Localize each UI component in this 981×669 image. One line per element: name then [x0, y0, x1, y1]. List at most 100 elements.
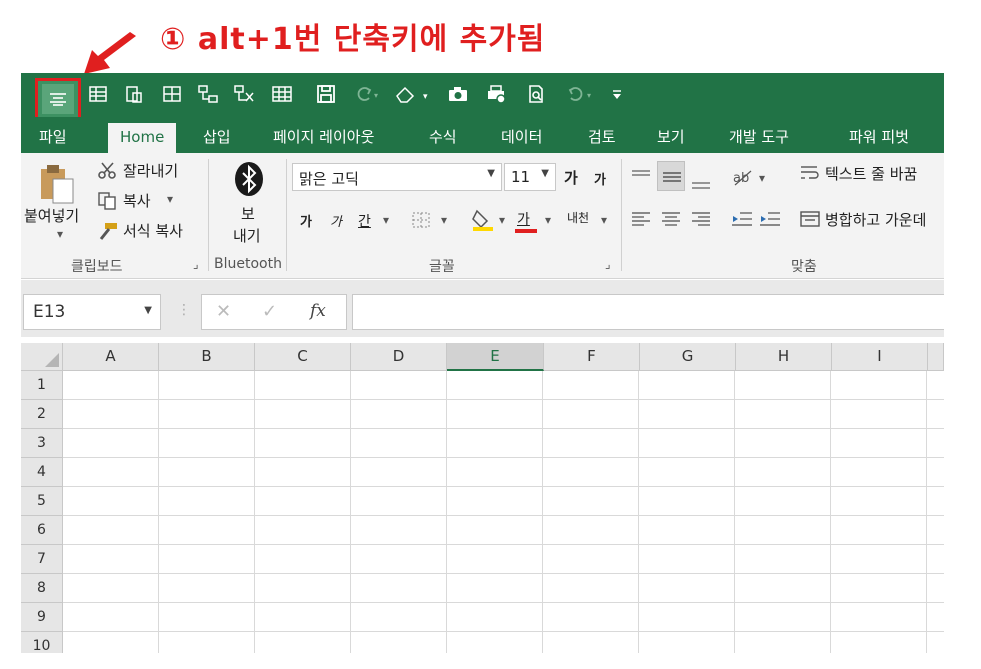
paste-icon: [41, 165, 74, 204]
drag-handle-icon[interactable]: ⋮: [177, 302, 191, 318]
column-header-f[interactable]: F: [544, 343, 640, 371]
cut-button[interactable]: 잘라내기: [97, 159, 207, 181]
tab-developer[interactable]: 개발 도구: [729, 126, 789, 147]
wrap-text-button[interactable]: 텍스트 줄 바꿈: [799, 161, 944, 185]
tab-page-layout[interactable]: 페이지 레이아웃: [273, 126, 374, 147]
print-preview-icon: [488, 85, 506, 104]
row-header-4[interactable]: 4: [21, 458, 63, 487]
font-launcher-icon[interactable]: ⌟: [605, 257, 611, 271]
select-all-button[interactable]: [21, 343, 63, 371]
font-color-dropdown-icon[interactable]: ▾: [545, 213, 551, 227]
tab-view[interactable]: 보기: [657, 126, 685, 147]
phonetic-dropdown-icon[interactable]: ▾: [601, 213, 607, 227]
orientation-dropdown-icon[interactable]: ▾: [759, 171, 765, 185]
customize-icon: [613, 90, 621, 99]
copy-dropdown-icon[interactable]: ▾: [167, 192, 173, 206]
column-header-d[interactable]: D: [351, 343, 447, 371]
tab-file[interactable]: 파일: [39, 126, 67, 147]
fill-color-icon[interactable]: [471, 207, 495, 233]
worksheet-grid: A B C D E F G H I 1 2 3 4 5 6 7 8 9 10: [21, 337, 944, 653]
bold-button[interactable]: 가: [300, 211, 312, 230]
row-header-1[interactable]: 1: [21, 371, 63, 400]
qat-shapes-button[interactable]: [193, 79, 223, 109]
cell-borders-icon[interactable]: [411, 211, 431, 229]
merge-center-button[interactable]: 병합하고 가운데: [799, 207, 944, 231]
qat-eraser-button[interactable]: ▾: [391, 79, 435, 109]
tab-data[interactable]: 데이터: [501, 126, 542, 147]
font-size-select[interactable]: 11 ▼: [504, 163, 556, 191]
italic-button[interactable]: 가: [330, 211, 342, 230]
tab-insert[interactable]: 삽입: [203, 126, 231, 147]
row-header-2[interactable]: 2: [21, 400, 63, 429]
annotation-text: ① alt+1번 단축키에 추가됨: [160, 22, 546, 57]
row-header-8[interactable]: 8: [21, 574, 63, 603]
column-header-h[interactable]: H: [736, 343, 832, 371]
align-top-icon[interactable]: [631, 169, 651, 183]
column-header-b[interactable]: B: [159, 343, 255, 371]
grow-font-button[interactable]: 가: [564, 167, 578, 188]
paste-dropdown-icon[interactable]: ▾: [57, 227, 63, 241]
align-left-icon[interactable]: [631, 211, 651, 227]
row-header-6[interactable]: 6: [21, 516, 63, 545]
tab-formulas[interactable]: 수식: [429, 126, 457, 147]
increase-indent-icon[interactable]: [759, 211, 781, 227]
clipboard-launcher-icon[interactable]: ⌟: [193, 257, 199, 271]
qat-freeze-button[interactable]: [229, 79, 259, 109]
qat-paste-special-button[interactable]: [119, 79, 149, 109]
qat-table-button[interactable]: [267, 79, 297, 109]
bluetooth-group-label: Bluetooth: [214, 256, 282, 272]
row-header-5[interactable]: 5: [21, 487, 63, 516]
paste-button[interactable]: 붙여넣기 ▾: [23, 157, 95, 247]
tab-power-pivot[interactable]: 파워 피벗: [849, 126, 909, 147]
qat-customize-button[interactable]: [607, 79, 627, 109]
qat-redo-button[interactable]: ▾: [351, 79, 381, 109]
borders-dropdown-icon[interactable]: ▾: [441, 213, 447, 227]
underline-button[interactable]: 간: [358, 211, 371, 231]
phonetic-button[interactable]: 내천: [567, 209, 589, 226]
column-header-i[interactable]: I: [832, 343, 928, 371]
font-color-button[interactable]: 가: [517, 209, 530, 229]
align-center-text-icon[interactable]: [661, 211, 681, 227]
column-header-e[interactable]: E: [447, 343, 544, 371]
tab-home[interactable]: Home: [108, 123, 177, 153]
qat-align-center-button[interactable]: [35, 78, 81, 120]
row-header-7[interactable]: 7: [21, 545, 63, 574]
enter-icon[interactable]: ✓: [262, 301, 277, 322]
formula-input[interactable]: [352, 294, 944, 330]
insert-function-icon[interactable]: fx: [310, 301, 326, 321]
fill-dropdown-icon[interactable]: ▾: [499, 213, 505, 227]
qat-camera-button[interactable]: [443, 79, 473, 109]
row-header-9[interactable]: 9: [21, 603, 63, 632]
qat-save-button[interactable]: [311, 79, 341, 109]
row-header-3[interactable]: 3: [21, 429, 63, 458]
quick-access-toolbar: ▾ ▾ ▾: [21, 73, 944, 120]
align-right-icon[interactable]: [691, 211, 711, 227]
orientation-icon[interactable]: ab: [731, 167, 755, 187]
shrink-font-button[interactable]: 가: [594, 169, 606, 188]
qat-form-button[interactable]: [83, 79, 113, 109]
ribbon-tabs: 파일 Home 삽입 페이지 레이아웃 수식 데이터 검토 보기 개발 도구 파…: [21, 117, 944, 153]
qat-undo-button[interactable]: ▾: [561, 79, 601, 109]
qat-find-button[interactable]: [521, 79, 551, 109]
font-size-value: 11: [511, 168, 531, 186]
decrease-indent-icon[interactable]: [731, 211, 753, 227]
bluetooth-send-button[interactable]: 보 내기: [217, 157, 281, 253]
tab-review[interactable]: 검토: [588, 126, 616, 147]
format-painter-button[interactable]: 서식 복사: [97, 219, 217, 241]
copy-button[interactable]: 복사 ▾: [97, 189, 207, 211]
align-middle-button[interactable]: [657, 161, 685, 191]
cancel-icon[interactable]: ✕: [216, 301, 231, 322]
underline-dropdown-icon[interactable]: ▾: [383, 213, 389, 227]
column-header-a[interactable]: A: [63, 343, 159, 371]
name-box[interactable]: E13 ▼: [23, 294, 161, 330]
cell-area[interactable]: [63, 371, 944, 653]
ribbon-home: 붙여넣기 ▾ 잘라내기 복사 ▾ 서식 복사 클립보드 ⌟ 보 내기 Bluet…: [21, 153, 944, 279]
column-header-c[interactable]: C: [255, 343, 351, 371]
qat-print-preview-button[interactable]: [481, 79, 511, 109]
column-header-g[interactable]: G: [640, 343, 736, 371]
font-name-select[interactable]: 맑은 고딕 ▼: [292, 163, 502, 191]
align-bottom-icon[interactable]: [691, 177, 711, 191]
merge-center-label: 병합하고 가운데: [825, 211, 927, 229]
qat-borders-button[interactable]: [157, 79, 187, 109]
row-header-10[interactable]: 10: [21, 632, 63, 653]
